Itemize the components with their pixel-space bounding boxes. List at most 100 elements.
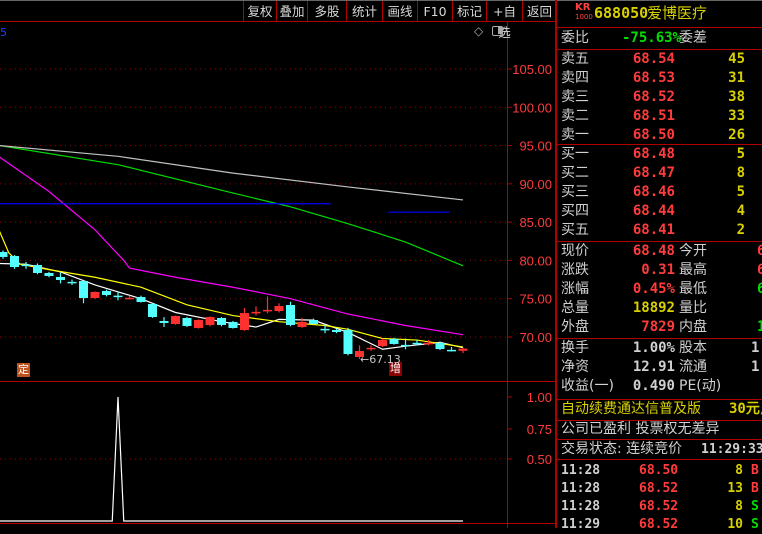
toolbar-button-5[interactable]: F10 — [417, 1, 452, 22]
ask-volume: 33 — [728, 108, 745, 124]
candle-down — [0, 252, 8, 257]
ask-row: 卖五 68.54 45 — [561, 50, 762, 69]
candle-down — [44, 272, 54, 276]
toolbar-button-1[interactable]: 叠加 — [276, 1, 307, 22]
diamond-icon[interactable]: ◇ — [474, 24, 483, 38]
quote-panel: KR 1000 688050 爱博医疗 委比 -75.63% 委差 卖五 68.5… — [556, 0, 762, 532]
price-axis-label: 105.00 — [512, 62, 552, 77]
ma-line-ma4 — [0, 145, 464, 267]
candle-down — [228, 321, 238, 328]
ma-line-ma3 — [0, 156, 464, 336]
market-sub: 1000 — [575, 13, 593, 21]
bid-price: 68.44 — [632, 203, 675, 219]
bid-row: 买三 68.46 5 — [561, 183, 762, 202]
fin-value: 12.91 — [632, 359, 675, 375]
tick-row: 11:29 68.52 10 S — [561, 515, 762, 534]
fin-value: 1.5 — [751, 359, 762, 375]
tick-row: 11:28 68.50 8 B — [561, 461, 762, 480]
candle-down — [343, 330, 353, 354]
fin-value: 0.490 — [632, 378, 675, 394]
stat-label: 量比 — [679, 300, 707, 316]
panel-toggle-icon[interactable] — [492, 26, 503, 36]
price-axis-label: 85.00 — [519, 215, 552, 230]
ma-legend-value: 5 — [0, 26, 7, 39]
toolbar-button-2[interactable]: 多股 — [307, 1, 346, 22]
fin-label: 股本 — [679, 340, 707, 356]
stat-label: 现价 — [561, 243, 589, 259]
tick-volume: 13 — [727, 481, 743, 496]
tick-price: 68.52 — [639, 499, 679, 514]
ma-line-ma1 — [0, 262, 464, 350]
weibi-value: -75.63% — [621, 30, 681, 46]
candle-down — [102, 290, 111, 295]
tick-price: 68.52 — [639, 481, 679, 496]
stat-value: 7829 — [641, 319, 675, 335]
tick-time: 11:29 — [561, 517, 601, 532]
candle-down — [113, 295, 123, 298]
candle-down — [33, 265, 42, 273]
fin-row: 净资 12.91流通 1.5 — [561, 358, 762, 377]
ask-volume: 45 — [728, 51, 745, 67]
bid-price: 68.41 — [632, 222, 675, 238]
tick-row: 11:28 68.52 13 B — [561, 479, 762, 498]
notice-row: 公司已盈利 投票权无差异 — [561, 421, 720, 437]
toolbar: 复权 叠加 多股 统计 画线 F10 标记 +自选 返回 — [243, 1, 556, 40]
tick-side: S — [751, 499, 759, 514]
weicha-label: 委差 — [679, 30, 707, 46]
bid-label: 买四 — [561, 203, 589, 219]
kline-chart[interactable]: 105.00 100.00 95.00 90.00 85.00 80.00 75.00 70.… — [0, 0, 556, 528]
candle-up — [274, 305, 284, 312]
bid-row: 买五 68.41 2 — [561, 221, 762, 240]
fin-label: 流通 — [679, 359, 707, 375]
toolbar-button-3[interactable]: 统计 — [346, 1, 382, 22]
candle-up — [458, 348, 468, 351]
ask-price: 68.52 — [632, 89, 675, 105]
candle-up — [90, 291, 100, 299]
ask-volume: 26 — [728, 127, 745, 143]
ma-line-ma5 — [0, 145, 464, 201]
fin-label: PE(动) — [679, 378, 722, 394]
ask-row: 卖四 68.53 31 — [561, 69, 762, 88]
stat-value: 6 — [757, 262, 762, 278]
bid-price: 68.47 — [632, 165, 675, 181]
stat-label: 今开 — [679, 243, 707, 259]
promo-text[interactable]: 自动续费通达信普及版 — [561, 401, 701, 417]
low-price-marker: ←67.13 — [360, 353, 401, 366]
ask-label: 卖四 — [561, 70, 589, 86]
stat-label: 最低 — [679, 281, 707, 297]
candle-down — [79, 281, 88, 299]
stat-label: 涨幅 — [561, 281, 589, 297]
candle-down — [136, 297, 146, 303]
candle-down — [320, 328, 330, 331]
ding-badge[interactable]: 定 — [17, 363, 30, 377]
bid-row: 买一 68.48 5 — [561, 145, 762, 164]
ask-row: 卖三 68.52 38 — [561, 88, 762, 107]
ask-label: 卖五 — [561, 51, 589, 67]
price-axis-label: 100.00 — [512, 100, 552, 115]
toolbar-button-7[interactable]: +自选 — [486, 1, 522, 40]
ask-label: 卖一 — [561, 127, 589, 143]
ask-price: 68.53 — [632, 70, 675, 86]
weibi-label: 委比 — [561, 30, 589, 46]
toolbar-button-6[interactable]: 标记 — [452, 1, 486, 22]
fin-row: 收益(一) 0.490 PE(动) — [561, 377, 762, 396]
candle-up — [194, 319, 203, 328]
stat-label: 外盘 — [561, 319, 589, 335]
candle-up — [205, 317, 215, 325]
bid-volume: 8 — [736, 165, 745, 181]
stat-label: 总量 — [561, 300, 589, 316]
toolbar-button-4[interactable]: 画线 — [382, 1, 417, 22]
bid-row: 买四 68.44 4 — [561, 202, 762, 221]
toolbar-button-0[interactable]: 复权 — [243, 1, 276, 22]
toolbar-button-8[interactable]: 返回 — [522, 1, 556, 22]
stat-value: 6 — [757, 281, 762, 297]
promo-row[interactable]: 自动续费通达信普及版 30元/ — [561, 400, 762, 419]
candle-down — [67, 281, 77, 284]
price-axis-label: 95.00 — [519, 139, 552, 154]
tick-volume: 8 — [735, 463, 743, 478]
bid-label: 买三 — [561, 184, 589, 200]
fin-label: 净资 — [561, 359, 589, 375]
candle-up — [378, 339, 387, 347]
ask-label: 卖三 — [561, 89, 589, 105]
stat-label: 涨跌 — [561, 262, 589, 278]
